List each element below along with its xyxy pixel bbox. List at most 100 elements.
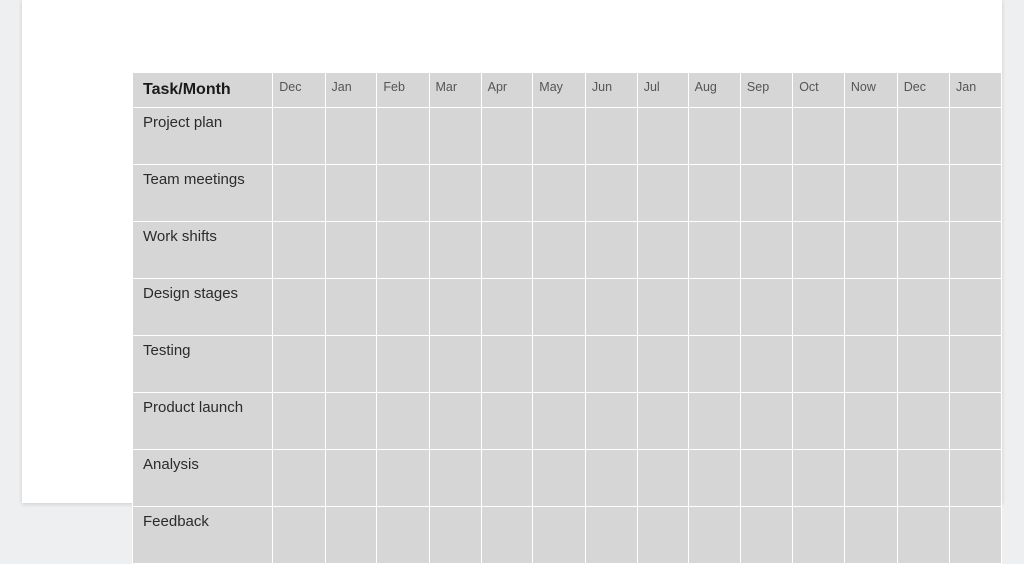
month-cell: [429, 507, 481, 564]
month-cell: [688, 222, 740, 279]
gantt-header-month: Dec: [273, 73, 325, 108]
month-cell: [585, 393, 637, 450]
table-row: Team meetings: [133, 165, 1002, 222]
month-cell: [481, 279, 533, 336]
document-page: Task/Month Dec Jan Feb Mar Apr May Jun J…: [22, 0, 1002, 503]
month-cell: [740, 165, 792, 222]
month-cell: [585, 222, 637, 279]
month-cell: [377, 336, 429, 393]
month-cell: [325, 222, 377, 279]
month-cell: [637, 165, 688, 222]
month-cell: [688, 336, 740, 393]
month-cell: [377, 222, 429, 279]
month-cell: [273, 393, 325, 450]
gantt-header-month: Jun: [585, 73, 637, 108]
gantt-header-month: Mar: [429, 73, 481, 108]
month-cell: [740, 507, 792, 564]
month-cell: [481, 393, 533, 450]
gantt-header-month: Jan: [325, 73, 377, 108]
month-cell: [325, 336, 377, 393]
month-cell: [688, 108, 740, 165]
month-cell: [273, 279, 325, 336]
month-cell: [481, 507, 533, 564]
month-cell: [740, 222, 792, 279]
month-cell: [793, 222, 845, 279]
month-cell: [429, 222, 481, 279]
gantt-header-month: Jul: [637, 73, 688, 108]
month-cell: [377, 450, 429, 507]
month-cell: [377, 279, 429, 336]
month-cell: [637, 336, 688, 393]
month-cell: [844, 279, 897, 336]
month-cell: [637, 108, 688, 165]
month-cell: [793, 108, 845, 165]
month-cell: [740, 279, 792, 336]
table-row: Feedback: [133, 507, 1002, 564]
month-cell: [377, 165, 429, 222]
month-cell: [688, 165, 740, 222]
gantt-header-month: Jan: [950, 73, 1002, 108]
month-cell: [844, 336, 897, 393]
month-cell: [273, 108, 325, 165]
month-cell: [897, 393, 949, 450]
month-cell: [273, 165, 325, 222]
month-cell: [688, 450, 740, 507]
month-cell: [533, 279, 586, 336]
gantt-header-month: Dec: [897, 73, 949, 108]
month-cell: [481, 165, 533, 222]
month-cell: [481, 222, 533, 279]
month-cell: [950, 165, 1002, 222]
gantt-header-row: Task/Month Dec Jan Feb Mar Apr May Jun J…: [133, 73, 1002, 108]
month-cell: [740, 450, 792, 507]
month-cell: [533, 165, 586, 222]
month-cell: [481, 108, 533, 165]
month-cell: [481, 336, 533, 393]
task-cell: Analysis: [133, 450, 273, 507]
month-cell: [844, 165, 897, 222]
month-cell: [429, 450, 481, 507]
month-cell: [273, 507, 325, 564]
task-cell: Feedback: [133, 507, 273, 564]
month-cell: [325, 450, 377, 507]
month-cell: [325, 165, 377, 222]
month-cell: [793, 336, 845, 393]
table-row: Analysis: [133, 450, 1002, 507]
month-cell: [793, 393, 845, 450]
gantt-header-month: Sep: [740, 73, 792, 108]
month-cell: [897, 336, 949, 393]
month-cell: [429, 108, 481, 165]
month-cell: [637, 450, 688, 507]
task-cell: Product launch: [133, 393, 273, 450]
gantt-header-month: May: [533, 73, 586, 108]
month-cell: [844, 108, 897, 165]
month-cell: [481, 450, 533, 507]
month-cell: [377, 507, 429, 564]
month-cell: [793, 507, 845, 564]
month-cell: [844, 393, 897, 450]
month-cell: [273, 336, 325, 393]
month-cell: [585, 336, 637, 393]
month-cell: [585, 450, 637, 507]
month-cell: [533, 393, 586, 450]
month-cell: [533, 450, 586, 507]
table-row: Work shifts: [133, 222, 1002, 279]
month-cell: [950, 279, 1002, 336]
month-cell: [377, 393, 429, 450]
month-cell: [637, 507, 688, 564]
month-cell: [533, 222, 586, 279]
month-cell: [429, 279, 481, 336]
table-row: Product launch: [133, 393, 1002, 450]
month-cell: [844, 507, 897, 564]
gantt-header-month: Aug: [688, 73, 740, 108]
month-cell: [950, 507, 1002, 564]
month-cell: [897, 450, 949, 507]
table-row: Design stages: [133, 279, 1002, 336]
month-cell: [950, 222, 1002, 279]
table-row: Project plan: [133, 108, 1002, 165]
month-cell: [637, 393, 688, 450]
month-cell: [637, 279, 688, 336]
task-cell: Testing: [133, 336, 273, 393]
table-row: Testing: [133, 336, 1002, 393]
month-cell: [897, 108, 949, 165]
month-cell: [377, 108, 429, 165]
